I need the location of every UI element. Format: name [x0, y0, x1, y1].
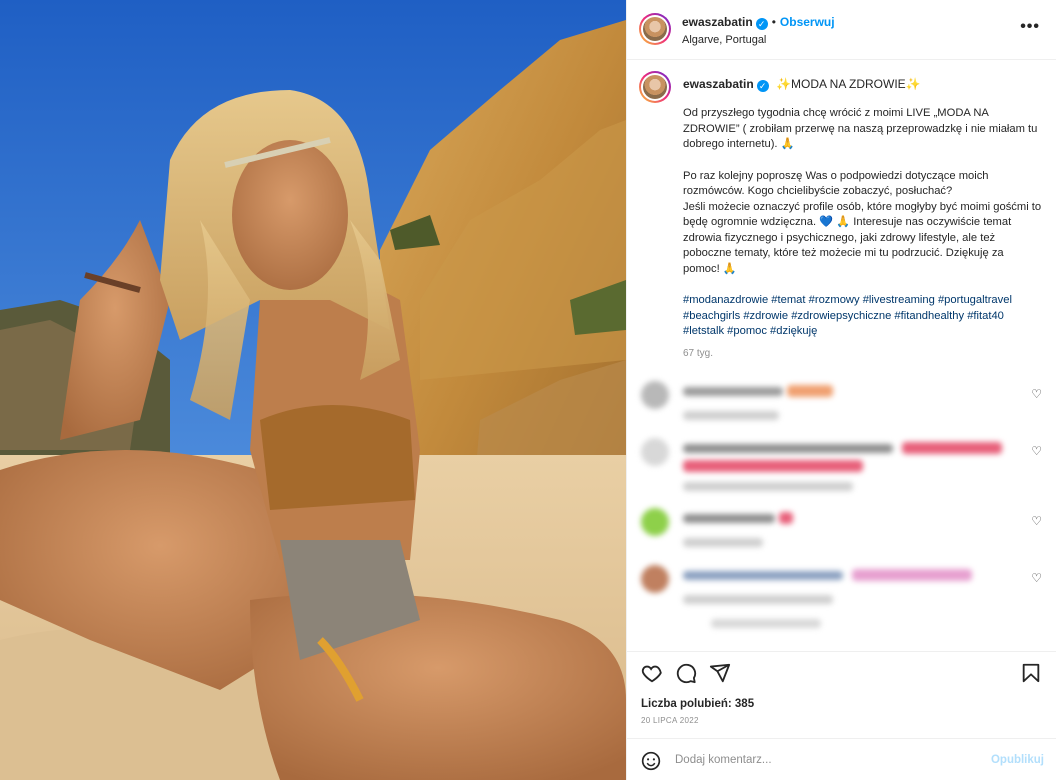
- verified-icon: ✓: [756, 80, 769, 92]
- blurred-view-replies[interactable]: [711, 618, 821, 628]
- follow-button[interactable]: Obserwuj: [780, 15, 835, 29]
- blurred-comment-meta: [683, 537, 763, 547]
- blurred-comment-text: [683, 386, 783, 396]
- caption-hashtags[interactable]: #modanazdrowie #temat #rozmowy #livestre…: [683, 293, 1042, 340]
- blurred-emoji: [779, 511, 793, 524]
- comment-input[interactable]: Dodaj komentarz...: [675, 754, 772, 766]
- blurred-comment-meta: [683, 481, 853, 491]
- caption-timestamp: 67 tyg.: [683, 347, 714, 359]
- comment-like-icon[interactable]: ♡: [1031, 571, 1042, 585]
- blurred-comment-text: [683, 513, 775, 523]
- blurred-emoji: [852, 568, 972, 581]
- author-avatar[interactable]: [639, 13, 671, 45]
- blurred-comment-meta: [683, 410, 779, 420]
- beach-photo-image: [0, 0, 626, 780]
- separator-dot: •: [771, 15, 776, 29]
- bookmark-icon[interactable]: [1020, 662, 1042, 684]
- comment-like-icon[interactable]: ♡: [1031, 444, 1042, 458]
- publish-button[interactable]: Opublikuj: [991, 754, 1044, 766]
- caption-text: Od przyszłego tygodnia chcę wrócić z moi…: [683, 106, 1042, 340]
- post-side-panel: ewaszabatin ✓ • Obserwuj Algarve, Portugal …: [626, 0, 1056, 780]
- comment-item: ♡: [627, 564, 1056, 639]
- comment-avatar[interactable]: [641, 507, 669, 536]
- comment-avatar[interactable]: [641, 380, 669, 409]
- heart-icon[interactable]: [641, 662, 663, 684]
- caption-title: ✨MODA NA ZDROWIE✨: [776, 77, 921, 91]
- author-username[interactable]: ewaszabatin: [682, 15, 753, 29]
- caption-username[interactable]: ewaszabatin: [683, 77, 754, 91]
- post-date: 20 LIPCA 2022: [641, 716, 699, 725]
- comment-avatar[interactable]: [641, 437, 669, 466]
- blurred-comment-text: [683, 570, 843, 580]
- emoji-icon[interactable]: [641, 751, 661, 771]
- add-comment-bar: Dodaj komentarz... Opublikuj: [627, 738, 1056, 780]
- verified-icon: ✓: [755, 18, 768, 30]
- comment-item: ♡: [627, 437, 1056, 508]
- likes-count[interactable]: Liczba polubień: 385: [641, 698, 754, 710]
- caption-paragraph: Po raz kolejny poproszę Was o podpowiedz…: [683, 169, 1042, 275]
- blurred-comment-meta: [683, 594, 833, 604]
- blurred-emoji: [787, 384, 833, 397]
- action-bar: [627, 651, 1056, 691]
- post-photo[interactable]: [0, 0, 626, 780]
- comment-avatar[interactable]: [641, 564, 669, 593]
- caption-paragraph: Od przyszłego tygodnia chcę wrócić z moi…: [683, 107, 1038, 150]
- caption-author-avatar[interactable]: [639, 71, 671, 103]
- post-header: ewaszabatin ✓ • Obserwuj Algarve, Portugal …: [627, 0, 1056, 60]
- comment-item: ♡: [627, 380, 1056, 438]
- blurred-emoji: [683, 459, 863, 472]
- blurred-comment-text: [683, 443, 893, 453]
- comment-item: ♡: [627, 507, 1056, 565]
- post-modal: ewaszabatin ✓ • Obserwuj Algarve, Portugal …: [0, 0, 1056, 780]
- post-caption: ewaszabatin ✓ ✨MODA NA ZDROWIE✨ Od przysz…: [627, 61, 1056, 359]
- comment-like-icon[interactable]: ♡: [1031, 514, 1042, 528]
- blurred-emoji: [902, 441, 1002, 454]
- comment-like-icon[interactable]: ♡: [1031, 387, 1042, 401]
- share-icon[interactable]: [709, 662, 731, 684]
- location-link[interactable]: Algarve, Portugal: [682, 34, 766, 46]
- more-options-icon[interactable]: •••: [1020, 18, 1040, 36]
- comments-scroll-area[interactable]: ewaszabatin ✓ ✨MODA NA ZDROWIE✨ Od przysz…: [627, 61, 1056, 651]
- comment-icon[interactable]: [675, 662, 697, 684]
